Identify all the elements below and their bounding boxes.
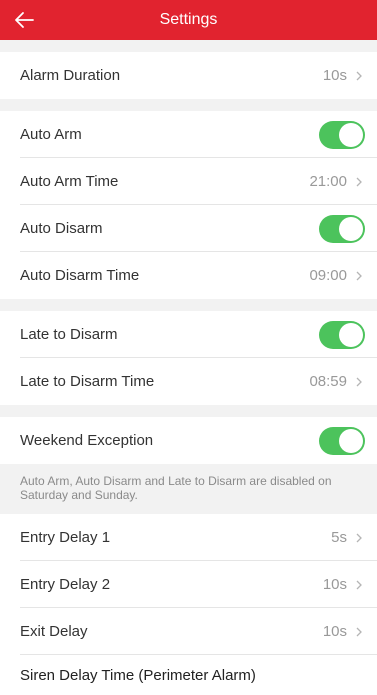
section-gap xyxy=(0,299,377,311)
exit-delay-value-group: 10s xyxy=(323,623,365,640)
late-to-disarm-time-label: Late to Disarm Time xyxy=(20,373,155,390)
exit-delay-value: 10s xyxy=(322,623,347,640)
late-to-disarm-toggle[interactable] xyxy=(319,320,365,349)
late-to-disarm-time-value-group: 08:59 xyxy=(309,373,365,390)
auto-arm-row: Auto Arm xyxy=(0,111,377,158)
auto-disarm-time-label: Auto Disarm Time xyxy=(20,267,140,284)
chevron-right-icon xyxy=(356,533,362,542)
chevron-right-icon xyxy=(356,377,362,386)
section-gap xyxy=(0,405,377,417)
entry-delay-2-value: 10s xyxy=(322,576,347,593)
section-gap xyxy=(0,40,377,52)
auto-arm-time-row[interactable]: Auto Arm Time 21:00 xyxy=(0,158,377,205)
chevron-right-icon xyxy=(356,177,362,186)
alarm-duration-row[interactable]: Alarm Duration 10s xyxy=(0,52,377,99)
toggle-knob xyxy=(339,322,363,347)
chevron-right-icon xyxy=(356,71,362,80)
auto-arm-time-value: 21:00 xyxy=(309,173,347,190)
weekend-exception-row: Weekend Exception xyxy=(0,417,377,464)
auto-arm-time-label: Auto Arm Time xyxy=(20,173,119,190)
exit-delay-row[interactable]: Exit Delay 10s xyxy=(0,608,377,655)
auto-disarm-time-value: 09:00 xyxy=(309,267,347,284)
toggle-knob xyxy=(339,428,363,453)
exit-delay-label: Exit Delay xyxy=(20,623,88,640)
entry-delay-1-value-group: 5s xyxy=(331,529,365,546)
weekend-exception-note: Auto Arm, Auto Disarm and Late to Disarm… xyxy=(0,464,377,514)
auto-arm-toggle[interactable] xyxy=(319,120,365,149)
chevron-right-icon xyxy=(356,271,362,280)
late-to-disarm-time-value: 08:59 xyxy=(309,373,347,390)
alarm-duration-label: Alarm Duration xyxy=(20,67,121,84)
toggle-knob xyxy=(339,216,363,241)
header-bar: Settings xyxy=(0,0,377,40)
auto-disarm-toggle[interactable] xyxy=(319,214,365,243)
chevron-right-icon xyxy=(356,627,362,636)
partial-row[interactable]: Siren Delay Time (Perimeter Alarm) xyxy=(0,655,377,695)
late-to-disarm-time-row[interactable]: Late to Disarm Time 08:59 xyxy=(0,358,377,405)
entry-delay-1-value: 5s xyxy=(331,529,347,546)
auto-arm-time-value-group: 21:00 xyxy=(309,173,365,190)
page-title: Settings xyxy=(159,11,218,28)
late-to-disarm-row: Late to Disarm xyxy=(0,311,377,358)
alarm-duration-value: 10s xyxy=(322,67,347,84)
auto-disarm-time-value-group: 09:00 xyxy=(309,267,365,284)
auto-disarm-label: Auto Disarm xyxy=(20,220,103,237)
toggle-knob xyxy=(339,122,363,147)
entry-delay-2-value-group: 10s xyxy=(323,576,365,593)
late-to-disarm-label: Late to Disarm xyxy=(20,326,118,343)
entry-delay-2-row[interactable]: Entry Delay 2 10s xyxy=(0,561,377,608)
partial-row-label: Siren Delay Time (Perimeter Alarm) xyxy=(20,666,256,684)
auto-disarm-time-row[interactable]: Auto Disarm Time 09:00 xyxy=(0,252,377,299)
section-gap xyxy=(0,99,377,111)
entry-delay-1-label: Entry Delay 1 xyxy=(20,529,111,546)
weekend-exception-toggle[interactable] xyxy=(319,426,365,455)
entry-delay-2-label: Entry Delay 2 xyxy=(20,576,111,593)
alarm-duration-value-group: 10s xyxy=(323,67,365,84)
auto-arm-label: Auto Arm xyxy=(20,126,82,143)
auto-disarm-row: Auto Disarm xyxy=(0,205,377,252)
chevron-right-icon xyxy=(356,580,362,589)
entry-delay-1-row[interactable]: Entry Delay 1 5s xyxy=(0,514,377,561)
weekend-exception-label: Weekend Exception xyxy=(20,432,154,449)
